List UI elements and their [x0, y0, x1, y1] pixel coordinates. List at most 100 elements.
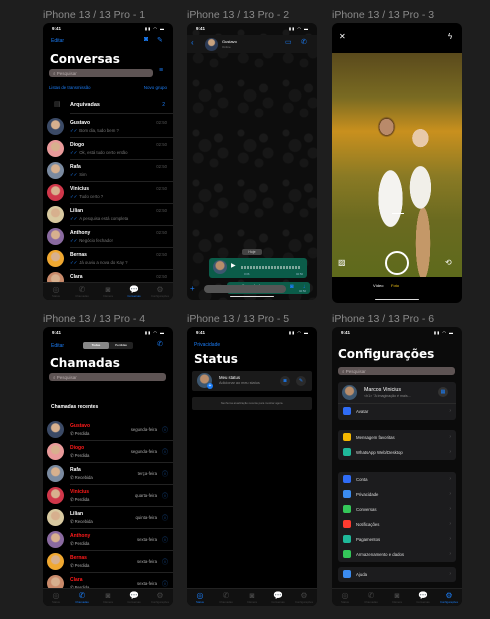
info-icon[interactable]: ⓘ: [162, 579, 168, 588]
play-icon[interactable]: ▶: [231, 262, 236, 269]
info-icon[interactable]: ⓘ: [162, 491, 168, 500]
zoom-indicator[interactable]: [392, 213, 404, 214]
info-icon[interactable]: ⓘ: [162, 469, 168, 478]
tab-bar: ◎ Status ✆ Chamadas ◙ Câmera 💬 Conversas ⚙ Config…: [43, 282, 173, 300]
call-row[interactable]: Gustavo ✆Perdida segunda-feira ⓘ: [43, 419, 173, 441]
chat-row[interactable]: Vinicius ✓✓ Tudo certo ? 02:50: [43, 182, 173, 204]
segment-missed[interactable]: Perdidas: [109, 342, 133, 349]
tab-conversas[interactable]: 💬 Conversas: [121, 589, 147, 606]
my-status-card[interactable]: + Meu status Adicionar ao meu status ◙ ✎: [192, 371, 312, 391]
tab-status[interactable]: ◎ Status: [43, 283, 69, 300]
tab-camera[interactable]: ◙ Câmera: [95, 589, 121, 606]
tab-chamadas[interactable]: ✆ Chamadas: [358, 589, 384, 606]
calls-filter-segmented: Todas Perdidas: [83, 342, 133, 349]
video-call-icon[interactable]: ▭: [285, 38, 292, 46]
contact-avatar: [47, 509, 64, 526]
mode-video[interactable]: Vídeo: [373, 283, 383, 288]
back-icon[interactable]: ‹: [191, 38, 194, 47]
tab-configuracoes[interactable]: ⚙ Configurações: [291, 589, 317, 606]
contact-avatar: [47, 531, 64, 548]
new-group-link[interactable]: Novo grupo: [144, 85, 167, 90]
settings-item[interactable]: Armazenamento e dados ›: [338, 547, 456, 562]
add-status-icon[interactable]: +: [207, 383, 213, 389]
profile-card[interactable]: Marcos Vinicius <h1> "A imaginação é mai…: [338, 382, 456, 420]
segment-all[interactable]: Todas: [83, 342, 109, 349]
message-input[interactable]: [204, 285, 286, 293]
chat-row[interactable]: Anthony ✓✓ Negócio fechado! 02:50: [43, 226, 173, 248]
archived-row[interactable]: ▤ Arquivadas 2: [43, 96, 173, 114]
filter-icon[interactable]: ≡: [159, 67, 163, 74]
search-input[interactable]: ⌕ Pesquisar: [49, 373, 166, 381]
settings-item-avatar[interactable]: Avatar ›: [338, 404, 456, 419]
settings-item[interactable]: Conta ›: [338, 472, 456, 487]
qr-code-icon[interactable]: ▦: [438, 387, 448, 397]
contact-name[interactable]: Gustavo: [222, 39, 237, 44]
settings-item[interactable]: Notificações ›: [338, 517, 456, 532]
search-input[interactable]: ⌕ Pesquisar: [338, 367, 455, 375]
privacidade-icon: [343, 490, 351, 498]
camera-icon[interactable]: ◙: [290, 284, 294, 290]
settings-item[interactable]: Mensagem favoritas ›: [338, 430, 456, 445]
settings-item[interactable]: WhatsApp Web/Desktop ›: [338, 445, 456, 460]
call-row[interactable]: Vinicius ✆Perdida quarta-feira ⓘ: [43, 485, 173, 507]
contact-avatar[interactable]: [205, 38, 218, 51]
attach-icon[interactable]: +: [190, 284, 195, 293]
close-icon[interactable]: ✕: [339, 32, 346, 41]
chat-row[interactable]: Bernas ✓✓ Já ouviu a nova do Kay ? 02:50: [43, 248, 173, 270]
flash-icon[interactable]: ϟ: [448, 32, 452, 41]
chat-row[interactable]: Rafa ✓✓ Sim 02:50: [43, 160, 173, 182]
tab-camera[interactable]: ◙ Câmera: [384, 589, 410, 606]
tab-camera[interactable]: ◙ Câmera: [239, 589, 265, 606]
tab-chamadas[interactable]: ✆ Chamadas: [69, 589, 95, 606]
compose-icon[interactable]: ✎: [157, 36, 163, 44]
phone-icon[interactable]: ✆: [301, 38, 307, 46]
tab-chamadas[interactable]: ✆ Chamadas: [213, 589, 239, 606]
info-icon[interactable]: ⓘ: [162, 513, 168, 522]
tab-configuracoes[interactable]: ⚙ Configurações: [147, 589, 173, 606]
microphone-icon[interactable]: ♩: [303, 284, 309, 290]
edit-button[interactable]: Editar: [51, 343, 64, 349]
privacy-link[interactable]: Privacidade: [194, 342, 220, 348]
settings-item[interactable]: Privacidade ›: [338, 487, 456, 502]
chat-row[interactable]: Lilian ✓✓ A pesquisa está completa 02:50: [43, 204, 173, 226]
tab-conversas[interactable]: 💬 Conversas: [121, 283, 147, 300]
tab-configuracoes[interactable]: ⚙ Configurações: [436, 589, 462, 606]
tab-camera[interactable]: ◙ Câmera: [95, 283, 121, 300]
info-icon[interactable]: ⓘ: [162, 535, 168, 544]
tab-conversas[interactable]: 💬 Conversas: [410, 589, 436, 606]
call-type: ✆Perdida: [70, 541, 89, 547]
info-icon[interactable]: ⓘ: [162, 425, 168, 434]
tab-status[interactable]: ◎ Status: [187, 589, 213, 606]
settings-item[interactable]: Pagamentos ›: [338, 532, 456, 547]
call-row[interactable]: Diogo ✆Perdida segunda-feira ⓘ: [43, 441, 173, 463]
tab-status[interactable]: ◎ Status: [332, 589, 358, 606]
chat-row[interactable]: Diogo ✓✓ Ok, está tudo certo então 02:50: [43, 138, 173, 160]
pencil-icon[interactable]: ✎: [296, 376, 306, 386]
call-row[interactable]: Lilian ✆Recebida quinta-feira ⓘ: [43, 507, 173, 529]
waveform[interactable]: [241, 266, 301, 269]
call-row[interactable]: Rafa ✆Recebida terça-feira ⓘ: [43, 463, 173, 485]
mode-photo[interactable]: Foto: [391, 283, 399, 288]
shutter-button[interactable]: [385, 251, 409, 275]
settings-item[interactable]: Conversas ›: [338, 502, 456, 517]
settings-item[interactable]: Ajuda ›: [338, 567, 456, 582]
call-row[interactable]: Bernas ✆Perdida sexta-feira ⓘ: [43, 551, 173, 573]
broadcast-lists-link[interactable]: Listas de transmissão: [49, 85, 91, 90]
gallery-icon[interactable]: ▨: [338, 258, 346, 267]
tab-status[interactable]: ◎ Status: [43, 589, 69, 606]
call-row[interactable]: Anthony ✆Perdida sexta-feira ⓘ: [43, 529, 173, 551]
camera-icon[interactable]: ◙: [144, 36, 148, 43]
flip-camera-icon[interactable]: ⟲: [445, 258, 452, 267]
info-icon[interactable]: ⓘ: [162, 447, 168, 456]
tab-chamadas[interactable]: ✆ Chamadas: [69, 283, 95, 300]
info-icon[interactable]: ⓘ: [162, 557, 168, 566]
add-call-icon[interactable]: ✆: [157, 340, 163, 348]
edit-button[interactable]: Editar: [51, 38, 64, 44]
tab-conversas[interactable]: 💬 Conversas: [265, 589, 291, 606]
camera-icon[interactable]: ◙: [280, 376, 290, 386]
tab-configuracoes[interactable]: ⚙ Configurações: [147, 283, 173, 300]
call-type-label: Perdida: [74, 497, 90, 502]
voice-message[interactable]: ▶ 0:06 02:50: [209, 258, 307, 278]
chat-row[interactable]: Gustavo ✓✓ Bom dia, tudo bem ? 02:50: [43, 116, 173, 138]
search-input[interactable]: ⌕ Pesquisar: [49, 69, 153, 77]
